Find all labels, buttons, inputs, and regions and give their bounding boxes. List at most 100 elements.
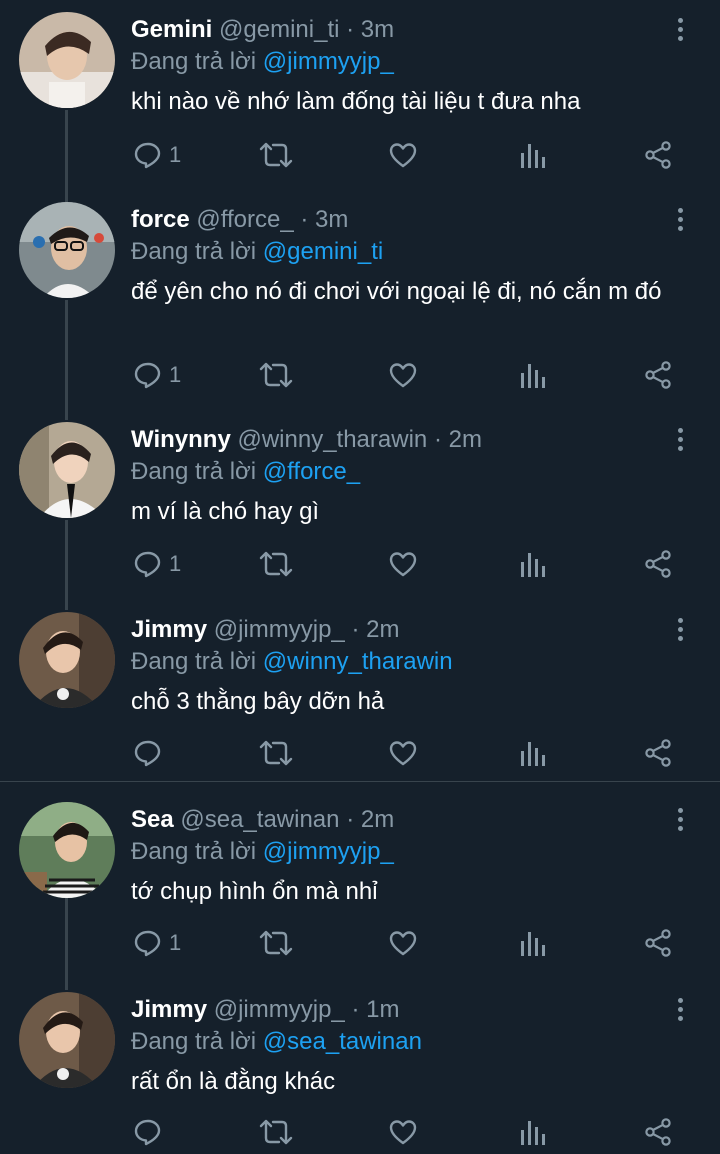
timestamp[interactable]: 2m [361,806,394,833]
retweet-icon [259,740,293,766]
share-icon [645,141,671,169]
reply-icon [134,930,161,957]
tweet-header: Sea @sea_tawinan · 2m [131,804,660,836]
timestamp[interactable]: 1m [366,996,399,1023]
replying-label: Đang trả lời [131,458,257,485]
avatar[interactable] [19,802,115,898]
tweet-header: Gemini @gemini_ti · 3m [131,14,660,46]
reply-button[interactable] [133,1112,169,1152]
share-icon [645,739,671,767]
views-button[interactable] [519,355,547,395]
user-handle[interactable]: @winny_tharawin [237,426,427,453]
reply-count: 1 [169,551,182,576]
user-handle[interactable]: @fforce_ [196,206,293,233]
timestamp[interactable]: 2m [449,426,482,453]
avatar[interactable] [19,422,115,518]
mention-link[interactable]: @sea_tawinan [263,1028,422,1055]
more-vertical-icon[interactable] [670,208,690,234]
heart-icon [389,363,417,388]
tweet-actions [131,733,691,773]
tweet-header: Winynny @winny_tharawin · 2m [131,424,660,456]
views-button[interactable] [519,923,547,963]
user-handle[interactable]: @sea_tawinan [180,806,339,833]
more-vertical-icon[interactable] [670,998,690,1024]
more-vertical-icon[interactable] [670,18,690,44]
user-handle[interactable]: @jimmyyjp_ [214,996,345,1023]
like-button[interactable] [388,1112,418,1152]
tweet-header: force @fforce_ · 3m [131,204,660,236]
more-vertical-icon[interactable] [670,428,690,454]
heart-icon [389,1120,417,1145]
mention-link[interactable]: @fforce_ [263,458,360,485]
retweet-button[interactable] [259,733,293,773]
reply-thread: Gemini @gemini_ti · 3m Đang trả lời @jim… [0,0,720,1154]
avatar[interactable] [19,12,115,108]
mention-link[interactable]: @winny_tharawin [263,648,453,675]
avatar[interactable] [19,992,115,1088]
views-button[interactable] [519,1112,547,1152]
mention-link[interactable]: @gemini_ti [263,238,383,265]
display-name[interactable]: Gemini [131,16,212,43]
like-button[interactable] [388,355,418,395]
retweet-button[interactable] [259,355,293,395]
share-button[interactable] [643,355,673,395]
share-icon [645,550,671,578]
mention-link[interactable]: @jimmyyjp_ [263,48,394,75]
share-button[interactable] [643,923,673,963]
like-button[interactable] [388,733,418,773]
share-button[interactable] [643,1112,673,1152]
heart-icon [389,143,417,168]
share-button[interactable] [643,733,673,773]
tweet-header: Jimmy @jimmyyjp_ · 1m [131,994,660,1026]
avatar[interactable] [19,202,115,298]
retweet-button[interactable] [259,923,293,963]
reply-icon [134,1119,161,1146]
reply-icon [134,142,161,169]
separator-dot: · [346,16,355,43]
more-vertical-icon[interactable] [670,808,690,834]
share-button[interactable] [643,135,673,175]
display-name[interactable]: Jimmy [131,996,207,1023]
timestamp[interactable]: 3m [361,16,394,43]
retweet-icon [259,1119,293,1145]
reply-button[interactable]: 1 [133,355,181,395]
retweet-button[interactable] [259,544,293,584]
reply-button[interactable]: 1 [133,544,181,584]
user-handle[interactable]: @jimmyyjp_ [214,616,345,643]
timestamp[interactable]: 2m [366,616,399,643]
views-button[interactable] [519,135,547,175]
reply-button[interactable]: 1 [133,135,181,175]
reply-count: 1 [169,142,182,167]
like-button[interactable] [388,923,418,963]
avatar[interactable] [19,612,115,708]
timestamp[interactable]: 3m [315,206,348,233]
replying-to: Đang trả lời @jimmyyjp_ [131,836,660,868]
tweet-text: tớ chụp hình ổn mà nhỉ [131,878,378,905]
retweet-button[interactable] [259,135,293,175]
replying-label: Đang trả lời [131,238,257,265]
analytics-icon [521,1121,545,1145]
reply-button[interactable]: 1 [133,923,181,963]
share-button[interactable] [643,544,673,584]
display-name[interactable]: force [131,206,190,233]
retweet-icon [259,551,293,577]
display-name[interactable]: Sea [131,806,174,833]
display-name[interactable]: Jimmy [131,616,207,643]
like-button[interactable] [388,135,418,175]
reply-icon [134,740,161,767]
replying-to: Đang trả lời @sea_tawinan [131,1026,660,1058]
like-button[interactable] [388,544,418,584]
reply-button[interactable] [133,733,169,773]
user-handle[interactable]: @gemini_ti [219,16,339,43]
more-vertical-icon[interactable] [670,618,690,644]
views-button[interactable] [519,544,547,584]
mention-link[interactable]: @jimmyyjp_ [263,838,394,865]
retweet-icon [259,930,293,956]
views-button[interactable] [519,733,547,773]
analytics-icon [521,932,545,956]
replying-label: Đang trả lời [131,1028,257,1055]
display-name[interactable]: Winynny [131,426,231,453]
heart-icon [389,931,417,956]
heart-icon [389,741,417,766]
retweet-button[interactable] [259,1112,293,1152]
